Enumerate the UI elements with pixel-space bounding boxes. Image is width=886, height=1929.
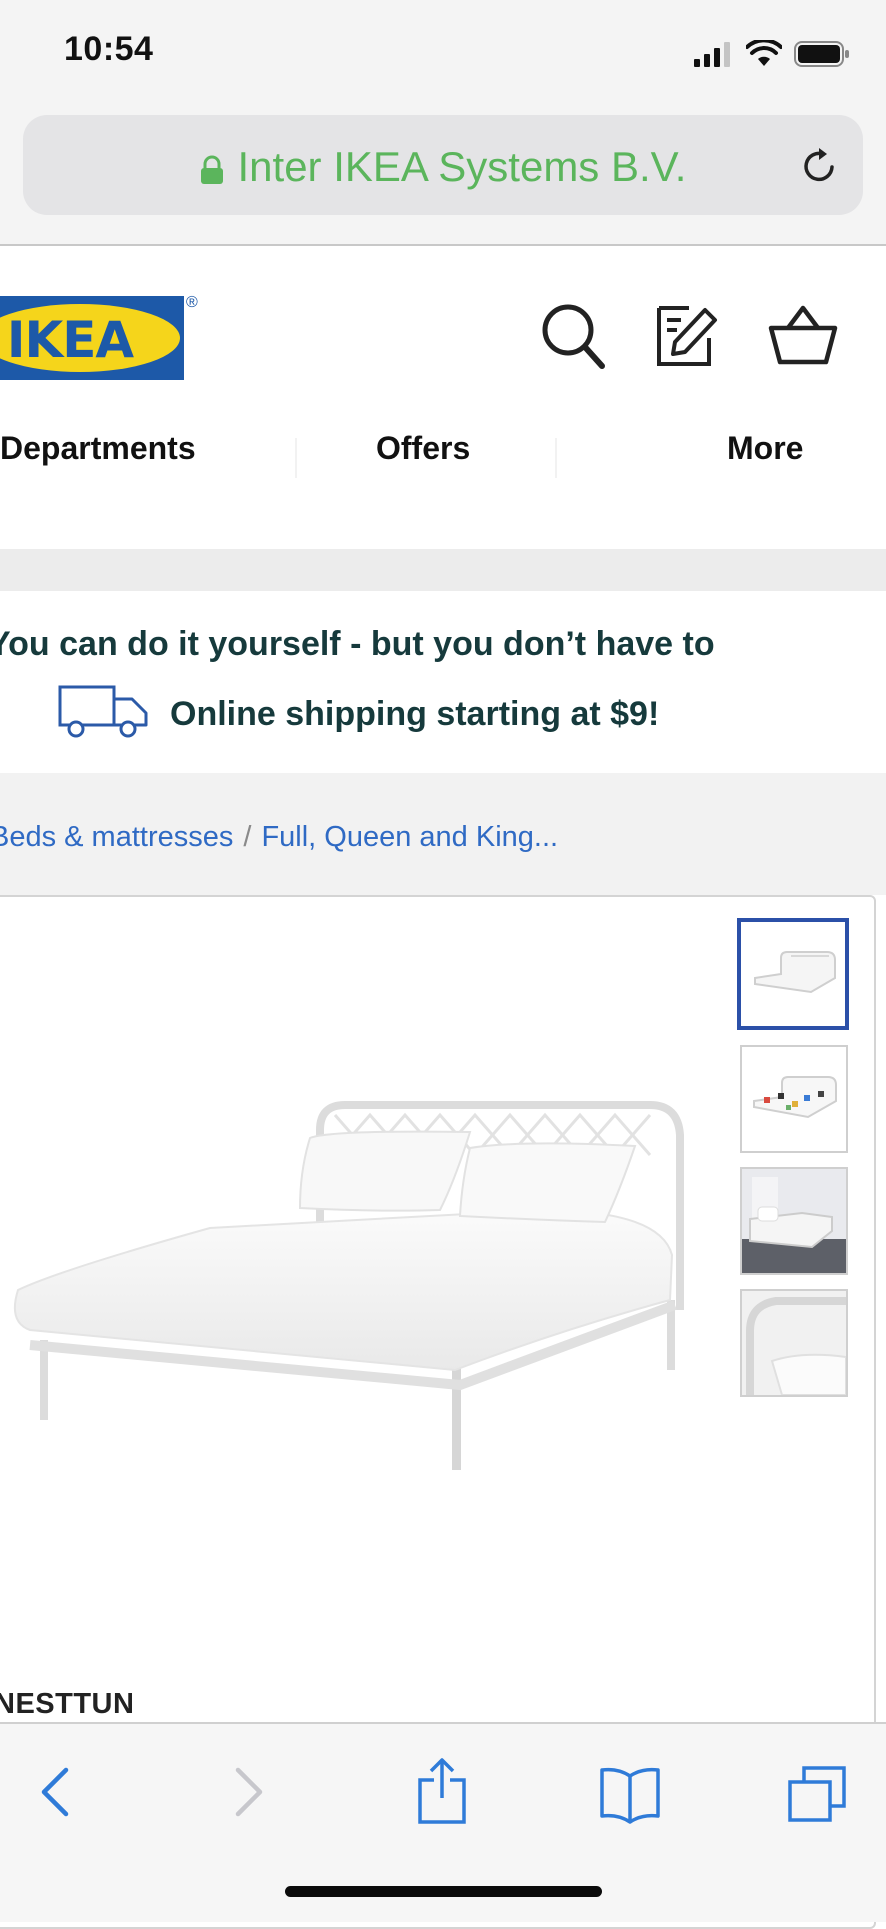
main-nav: Departments Offers More [0, 430, 886, 490]
promo-banner[interactable]: You can do it yourself - but you don’t h… [0, 591, 886, 773]
battery-icon [794, 41, 849, 67]
address-url: Inter IKEA Systems B.V. [23, 143, 863, 191]
site-name: Inter IKEA Systems B.V. [237, 143, 687, 190]
search-icon[interactable] [540, 302, 606, 370]
shopping-bag-icon[interactable] [768, 302, 838, 370]
product-thumbnail[interactable] [740, 1045, 848, 1153]
ikea-logo[interactable]: IKEA [0, 296, 184, 380]
status-icons [694, 38, 850, 70]
breadcrumb-item[interactable]: Full, Queen and King... [261, 821, 558, 853]
home-indicator [285, 1886, 602, 1897]
product-thumbnail[interactable] [740, 1167, 848, 1275]
breadcrumb-band: Beds & mattresses / Full, Queen and King..… [0, 773, 886, 895]
status-time: 10:54 [64, 30, 154, 68]
nav-more[interactable]: More [727, 430, 803, 467]
nav-divider [555, 438, 557, 478]
delivery-truck-icon [58, 685, 148, 738]
bookmarks-icon[interactable] [598, 1764, 662, 1824]
nav-departments[interactable]: Departments [0, 430, 196, 467]
product-image-bed[interactable] [0, 1060, 700, 1480]
nav-divider [295, 438, 297, 478]
back-icon[interactable] [36, 1764, 76, 1820]
product-thumbnail[interactable] [740, 1289, 848, 1397]
logo-text: IKEA [6, 311, 134, 369]
registered-mark: ® [186, 294, 198, 311]
breadcrumb-separator: / [243, 821, 252, 853]
address-bar[interactable]: Inter IKEA Systems B.V. [23, 115, 863, 215]
nav-offers[interactable]: Offers [376, 430, 470, 467]
wifi-icon [746, 40, 782, 66]
breadcrumb: Beds & mattresses / Full, Queen and King..… [0, 821, 558, 854]
promo-shipping: Online shipping starting at $9! [170, 695, 660, 733]
edit-list-icon[interactable] [655, 302, 721, 370]
tabs-icon[interactable] [786, 1764, 850, 1824]
section-divider [0, 549, 886, 591]
product-name[interactable]: NESTTUN [0, 1688, 134, 1721]
promo-headline: You can do it yourself - but you don’t h… [0, 625, 715, 663]
breadcrumb-item[interactable]: Beds & mattresses [0, 821, 233, 853]
product-thumbnail[interactable] [737, 918, 849, 1030]
share-icon[interactable] [414, 1754, 470, 1826]
lock-icon [200, 155, 223, 184]
forward-icon[interactable] [228, 1764, 268, 1820]
reload-icon[interactable] [799, 145, 839, 187]
cellular-signal-icon [694, 42, 730, 67]
